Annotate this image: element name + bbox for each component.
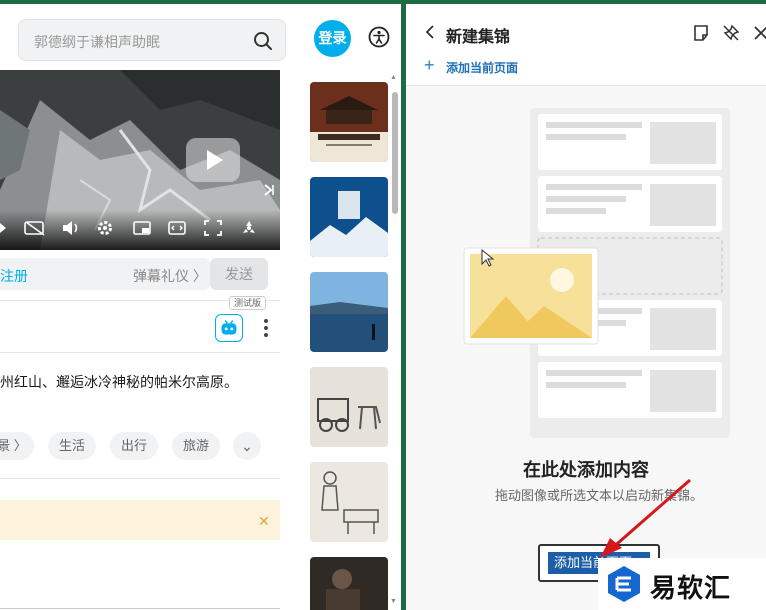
danmaku-toggle-icon[interactable] [24,220,46,236]
web-page: 郭德纲于谦相声助眠 登录 注册 弹幕礼仪 〉 发送 测试版 州红山、邂逅冰冷神秘… [0,4,401,610]
add-note-icon[interactable] [692,24,710,42]
danmaku-etiquette-link[interactable]: 弹幕礼仪 〉 [133,266,207,286]
pip-icon[interactable] [133,220,151,236]
tag-chip[interactable]: 出行 [110,432,158,460]
danmaku-bar: 注册 弹幕礼仪 〉 发送 [0,258,280,292]
notice-banner [0,500,280,540]
play-button[interactable] [186,138,240,182]
tags-expand-button[interactable]: ⌄ [233,432,261,460]
fullscreen-icon[interactable] [204,220,222,236]
danmaku-send-button[interactable]: 发送 [210,258,268,290]
watermark: 易软汇 [598,558,766,610]
watermark-logo-icon [608,566,640,602]
accessibility-icon[interactable] [368,26,390,48]
empty-state-illustration [463,108,730,438]
video-description: 州红山、邂逅冰冷神秘的帕米尔高原。 [0,374,238,390]
login-button[interactable]: 登录 [314,20,351,57]
search-box[interactable]: 郭德纲于谦相声助眠 [18,19,286,61]
panel-header: 新建集锦 + 添加当前页面 [406,4,766,86]
scrollbar-thumb[interactable] [392,92,398,214]
collections-panel: 新建集锦 + 添加当前页面 在此处添加内容 拖动图像或所选文本以启动新集锦。 添… [406,4,766,610]
search-input[interactable]: 郭德纲于谦相声助眠 [34,32,160,52]
watermark-text: 易软汇 [650,573,732,603]
lights-off-icon[interactable] [240,220,258,236]
add-current-page-label: 添加当前页面 [446,61,519,75]
screen: 郭德纲于谦相声助眠 登录 注册 弹幕礼仪 〉 发送 测试版 州红山、邂逅冰冷神秘… [0,0,766,610]
widescreen-icon[interactable] [168,220,186,236]
divider [0,352,280,353]
video-player[interactable] [0,70,280,250]
more-options-icon[interactable] [262,317,270,339]
side-arrow-icon[interactable] [262,182,276,198]
divider [0,478,280,479]
scroll-up-arrow-icon[interactable]: ▲ [390,74,397,81]
tag-chip[interactable]: 旅游 [172,432,220,460]
plus-icon: + [424,55,435,75]
recommended-video-thumbnail[interactable] [310,272,388,352]
tag-chip[interactable]: 景 〉 [0,432,34,460]
ai-beta-badge: 测试版 [229,296,267,310]
close-icon[interactable] [752,24,766,42]
tag-chip[interactable]: 生活 [48,432,96,460]
back-icon[interactable] [424,24,436,40]
divider [0,608,280,609]
recommended-video-thumbnail[interactable] [310,82,388,162]
scroll-down-arrow-icon[interactable]: ▼ [390,598,397,605]
recommended-video-thumbnail[interactable] [310,462,388,542]
recommended-video-thumbnail[interactable] [310,177,388,257]
pin-icon[interactable] [722,24,740,42]
ai-assistant-icon[interactable] [215,314,243,342]
panel-title: 新建集锦 [446,29,511,46]
recommended-video-thumbnail[interactable] [310,557,388,610]
volume-icon[interactable] [62,220,80,236]
recommended-video-thumbnail[interactable] [310,367,388,447]
next-icon[interactable] [0,220,18,236]
search-icon[interactable] [253,31,273,51]
annotation-arrow-icon [600,478,691,558]
settings-icon[interactable] [96,220,114,236]
notice-close-icon[interactable]: ✕ [258,513,270,530]
danmaku-login-link[interactable]: 注册 [0,266,28,286]
